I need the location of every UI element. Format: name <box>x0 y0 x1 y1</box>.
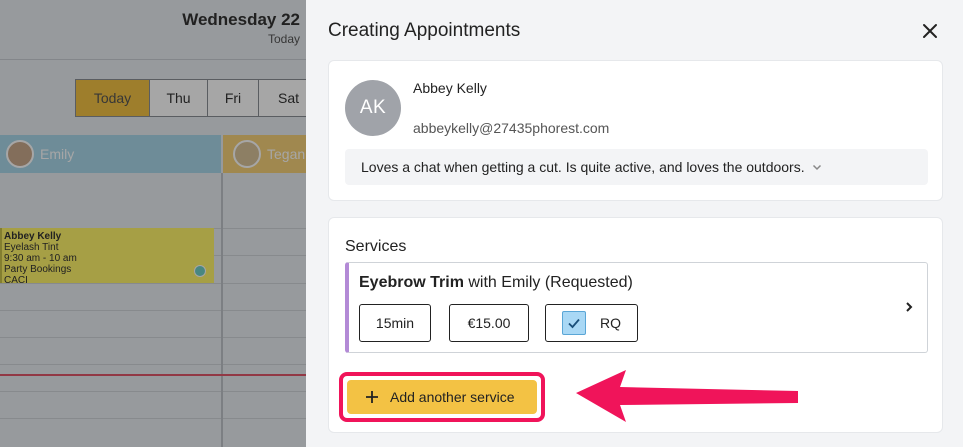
duration-button[interactable]: 15min <box>359 304 431 342</box>
highlight-box: Add another service <box>339 372 545 422</box>
close-icon <box>923 24 937 38</box>
requested-toggle[interactable]: RQ <box>545 304 638 342</box>
close-button[interactable] <box>918 19 942 43</box>
annotation-arrow-icon <box>576 370 798 422</box>
add-service-button[interactable]: Add another service <box>347 380 537 414</box>
panel-title: Creating Appointments <box>328 20 521 41</box>
service-line: Eyebrow Trim with Emily (Requested) <box>359 274 633 292</box>
calendar-background: Wednesday 22 Today Today Thu Fri Sat Emi… <box>0 0 306 447</box>
price-button[interactable]: €15.00 <box>449 304 529 342</box>
chevron-right-icon[interactable] <box>901 299 917 315</box>
avatar: AK <box>345 80 401 136</box>
requested-label: RQ <box>600 315 621 331</box>
service-item[interactable]: Eyebrow Trim with Emily (Requested) 15mi… <box>345 262 928 353</box>
check-icon <box>568 318 580 329</box>
services-title: Services <box>345 238 407 255</box>
requested-checkbox[interactable] <box>562 311 586 335</box>
client-email: abbeykelly@27435phorest.com <box>413 120 610 136</box>
chevron-down-icon <box>811 161 823 173</box>
client-notes-dropdown[interactable]: Loves a chat when getting a cut. Is quit… <box>345 149 928 185</box>
client-name: Abbey Kelly <box>413 80 487 96</box>
modal-overlay[interactable] <box>0 0 306 447</box>
service-name: Eyebrow Trim <box>359 274 464 291</box>
client-card: AK Abbey Kelly abbeykelly@27435phorest.c… <box>328 60 943 201</box>
add-service-label: Add another service <box>390 389 515 405</box>
service-staff: with Emily (Requested) <box>468 274 633 291</box>
plus-icon <box>365 390 379 404</box>
client-notes-text: Loves a chat when getting a cut. Is quit… <box>361 159 805 175</box>
